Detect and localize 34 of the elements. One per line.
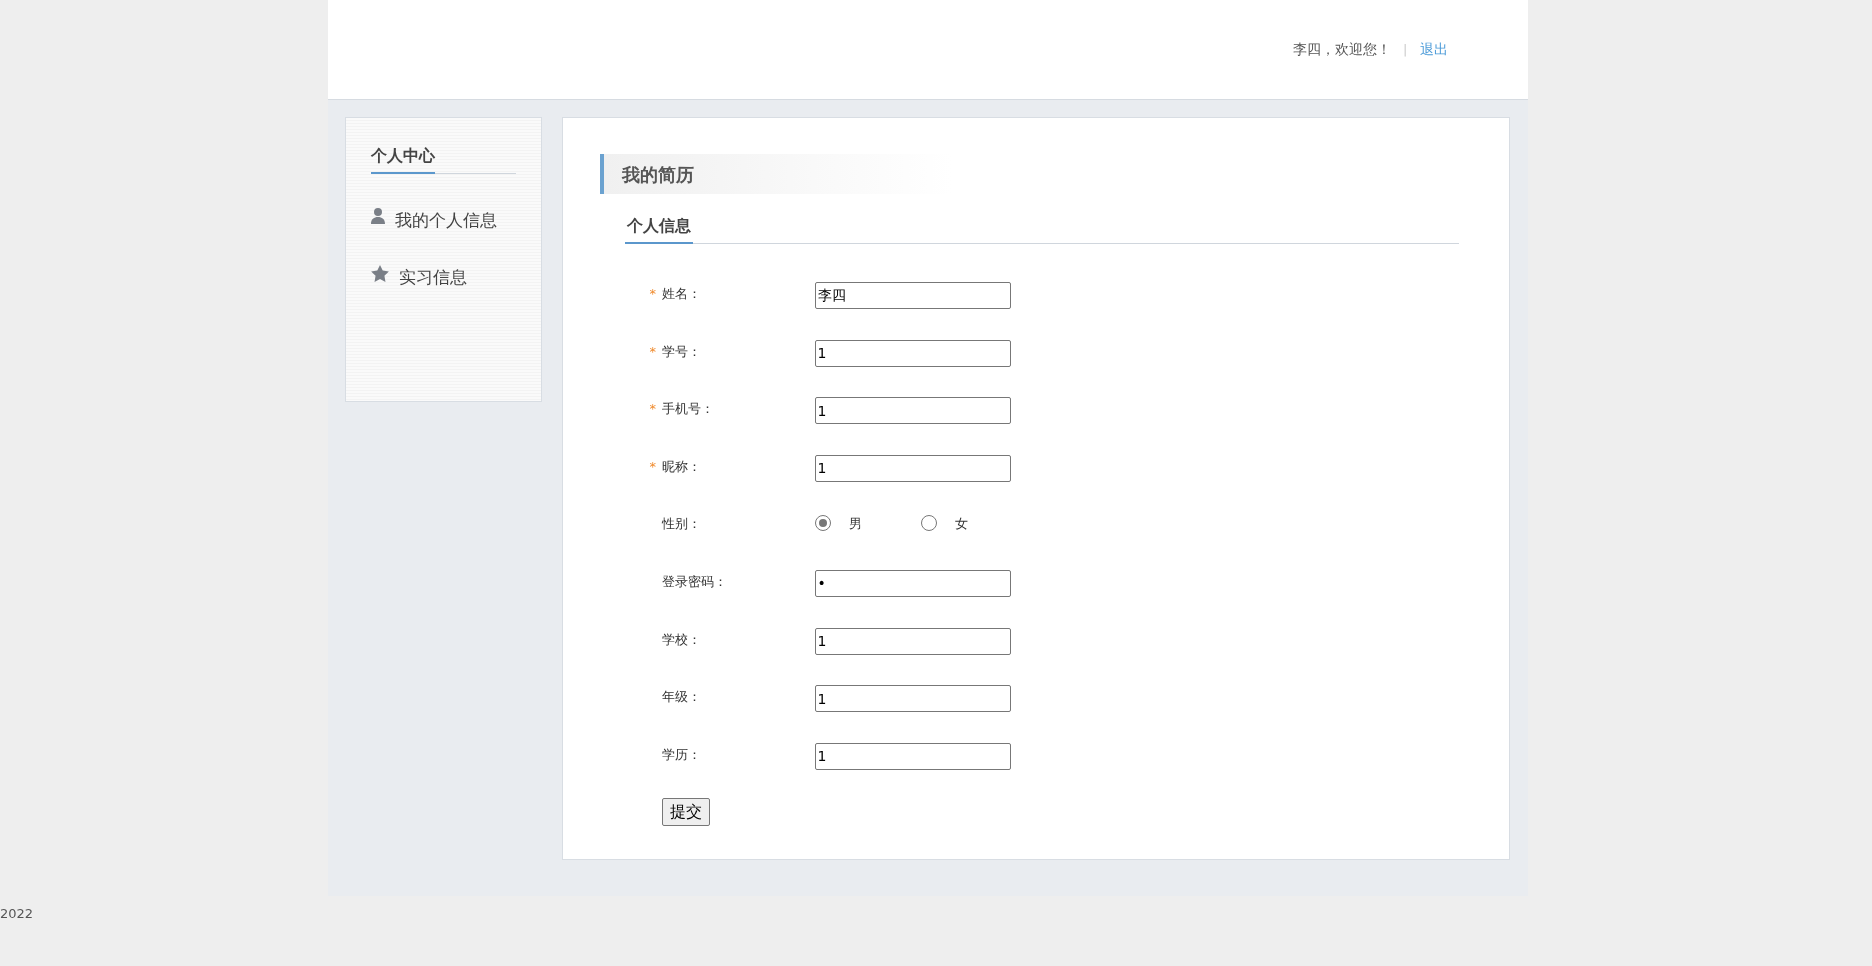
person-icon xyxy=(370,208,385,224)
required-mark: * xyxy=(649,342,657,361)
field-label: 手机号： xyxy=(661,400,714,419)
input-field[interactable]: 1 xyxy=(814,454,1011,482)
field-label: 学校： xyxy=(661,630,701,649)
field-label: 年级： xyxy=(661,688,701,707)
field-label: 性别： xyxy=(661,515,701,534)
sidebar-item[interactable]: 我的个人信息 xyxy=(370,208,516,265)
radio-label: 男 xyxy=(848,515,863,534)
field-label: 学号： xyxy=(661,342,701,361)
sidebar-item[interactable]: 实习信息 xyxy=(370,265,516,322)
required-mark: * xyxy=(649,400,657,419)
input-field[interactable]: 1 xyxy=(814,685,1011,713)
tab-title: 个人信息 xyxy=(624,214,693,244)
submit-button[interactable]: 提交 xyxy=(661,798,710,827)
input-field[interactable]: 1 xyxy=(814,339,1011,367)
input-field[interactable]: 1 xyxy=(814,627,1011,655)
required-mark: * xyxy=(649,457,657,476)
greeting-text: 李四，欢迎您！ xyxy=(1293,40,1392,59)
input-field[interactable]: • xyxy=(814,569,1011,597)
radio-label: 女 xyxy=(954,515,969,534)
separator-text: | xyxy=(1403,40,1408,59)
input-field[interactable]: 1 xyxy=(814,742,1011,770)
sidebar-title: 个人中心 xyxy=(370,144,435,174)
field-label: 姓名： xyxy=(661,285,701,303)
input-field[interactable]: 李四 xyxy=(814,282,1011,309)
footer-year: 2022 xyxy=(0,905,35,923)
field-label: 昵称： xyxy=(661,457,701,476)
required-mark: * xyxy=(649,285,657,303)
field-label: 学历： xyxy=(661,745,701,764)
input-field[interactable]: 1 xyxy=(814,397,1011,425)
section-title: 我的简历 xyxy=(621,162,694,187)
star-icon xyxy=(370,265,389,282)
field-label: 登录密码： xyxy=(661,572,727,591)
